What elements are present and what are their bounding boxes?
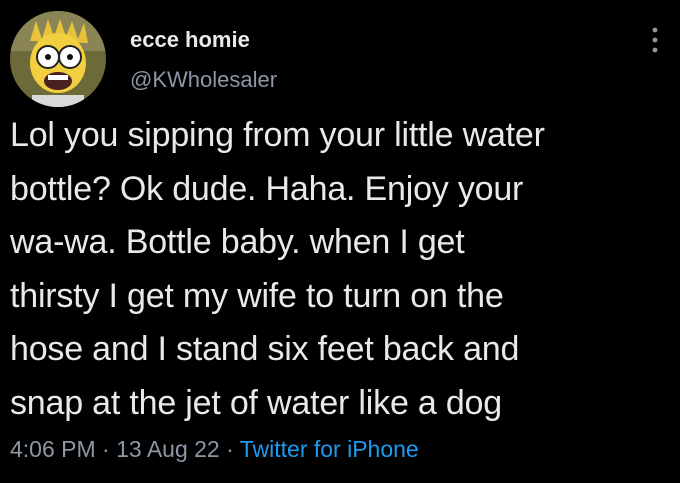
- tweet-metadata: 4:06 PM · 13 Aug 22 · Twitter for iPhone: [10, 436, 419, 463]
- tweet-card: ecce homie @KWholesaler Lol you sipping …: [0, 0, 680, 483]
- tweet-text-line: hose and I stand six feet back and: [10, 330, 520, 368]
- vertical-ellipsis-icon: [652, 27, 658, 53]
- tweet-date[interactable]: 13 Aug 22: [116, 436, 220, 462]
- more-options-button[interactable]: [640, 20, 670, 60]
- tweet-text: Lol you sipping from your little water b…: [10, 109, 670, 430]
- tweet-text-line: Lol you sipping from your little water: [10, 116, 545, 154]
- user-handle[interactable]: @KWholesaler: [130, 67, 277, 93]
- avatar[interactable]: [10, 11, 106, 107]
- tweet-text-line: bottle? Ok dude. Haha. Enjoy your: [10, 169, 524, 208]
- tweet-text-line: wa-wa. Bottle baby. when I get: [10, 223, 465, 261]
- cartoon-character-avatar-icon: [10, 11, 106, 107]
- tweet-text-line: snap at the jet of water like a dog: [10, 383, 502, 422]
- display-name[interactable]: ecce homie: [130, 27, 250, 53]
- meta-separator: ·: [95, 436, 117, 462]
- tweet-source-link[interactable]: Twitter for iPhone: [240, 436, 419, 462]
- tweet-time[interactable]: 4:06 PM: [10, 436, 96, 462]
- meta-separator: ·: [219, 436, 240, 462]
- tweet-text-line: thirsty I get my wife to turn on the: [10, 276, 504, 315]
